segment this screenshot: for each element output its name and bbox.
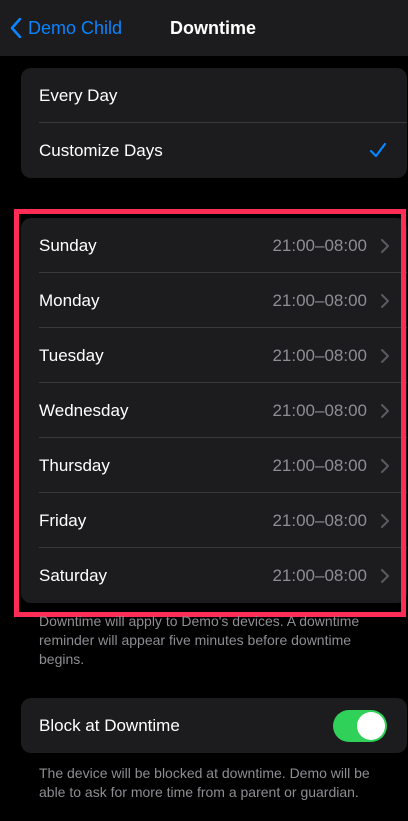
back-button[interactable]: Demo Child [10,14,122,42]
day-time-range: 21:00–08:00 [272,345,367,365]
day-time-range: 21:00–08:00 [272,290,367,310]
day-row-thursday[interactable]: Thursday 21:00–08:00 [21,438,407,493]
day-name: Thursday [39,455,110,475]
days-list: Sunday 21:00–08:00 Monday 21:00–08:00 Tuesda… [21,218,407,603]
block-at-downtime-toggle[interactable] [333,710,387,742]
day-time-range: 21:00–08:00 [272,400,367,420]
chevron-right-icon [381,569,389,583]
customize-days-label: Customize Days [39,140,163,160]
day-row-wednesday[interactable]: Wednesday 21:00–08:00 [21,383,407,438]
day-name: Sunday [39,235,97,255]
schedule-mode-group: Every Day Customize Days [21,68,407,178]
chevron-right-icon [381,514,389,528]
day-name: Saturday [39,565,108,585]
day-time-range: 21:00–08:00 [272,565,367,585]
days-footer: Downtime will apply to Demo's devices. A… [39,613,360,667]
block-group: Block at Downtime [21,698,407,753]
day-row-saturday[interactable]: Saturday 21:00–08:00 [21,548,407,603]
day-row-monday[interactable]: Monday 21:00–08:00 [21,273,407,328]
day-time-range: 21:00–08:00 [272,235,367,255]
every-day-label: Every Day [39,85,118,105]
checkmark-icon [369,142,387,158]
customize-days-option[interactable]: Customize Days [21,123,407,178]
back-label: Demo Child [28,17,123,38]
day-name: Friday [39,510,87,530]
every-day-option[interactable]: Every Day [21,68,407,123]
day-row-sunday[interactable]: Sunday 21:00–08:00 [21,218,407,273]
chevron-right-icon [381,239,389,253]
block-footer: The device will be blocked at downtime. … [39,765,370,800]
day-name: Tuesday [39,345,104,365]
page-title: Downtime [170,18,257,38]
day-time-range: 21:00–08:00 [272,455,367,475]
day-row-friday[interactable]: Friday 21:00–08:00 [21,493,407,548]
toggle-knob [357,712,385,740]
day-name: Monday [39,290,100,310]
day-time-range: 21:00–08:00 [272,510,367,530]
nav-bar: Demo Child Downtime [0,0,408,56]
chevron-right-icon [381,294,389,308]
chevron-left-icon [10,18,22,38]
chevron-right-icon [381,459,389,473]
day-name: Wednesday [39,400,129,420]
chevron-right-icon [381,404,389,418]
block-at-downtime-label: Block at Downtime [39,715,180,735]
day-row-tuesday[interactable]: Tuesday 21:00–08:00 [21,328,407,383]
chevron-right-icon [381,349,389,363]
block-at-downtime-row: Block at Downtime [21,698,407,753]
